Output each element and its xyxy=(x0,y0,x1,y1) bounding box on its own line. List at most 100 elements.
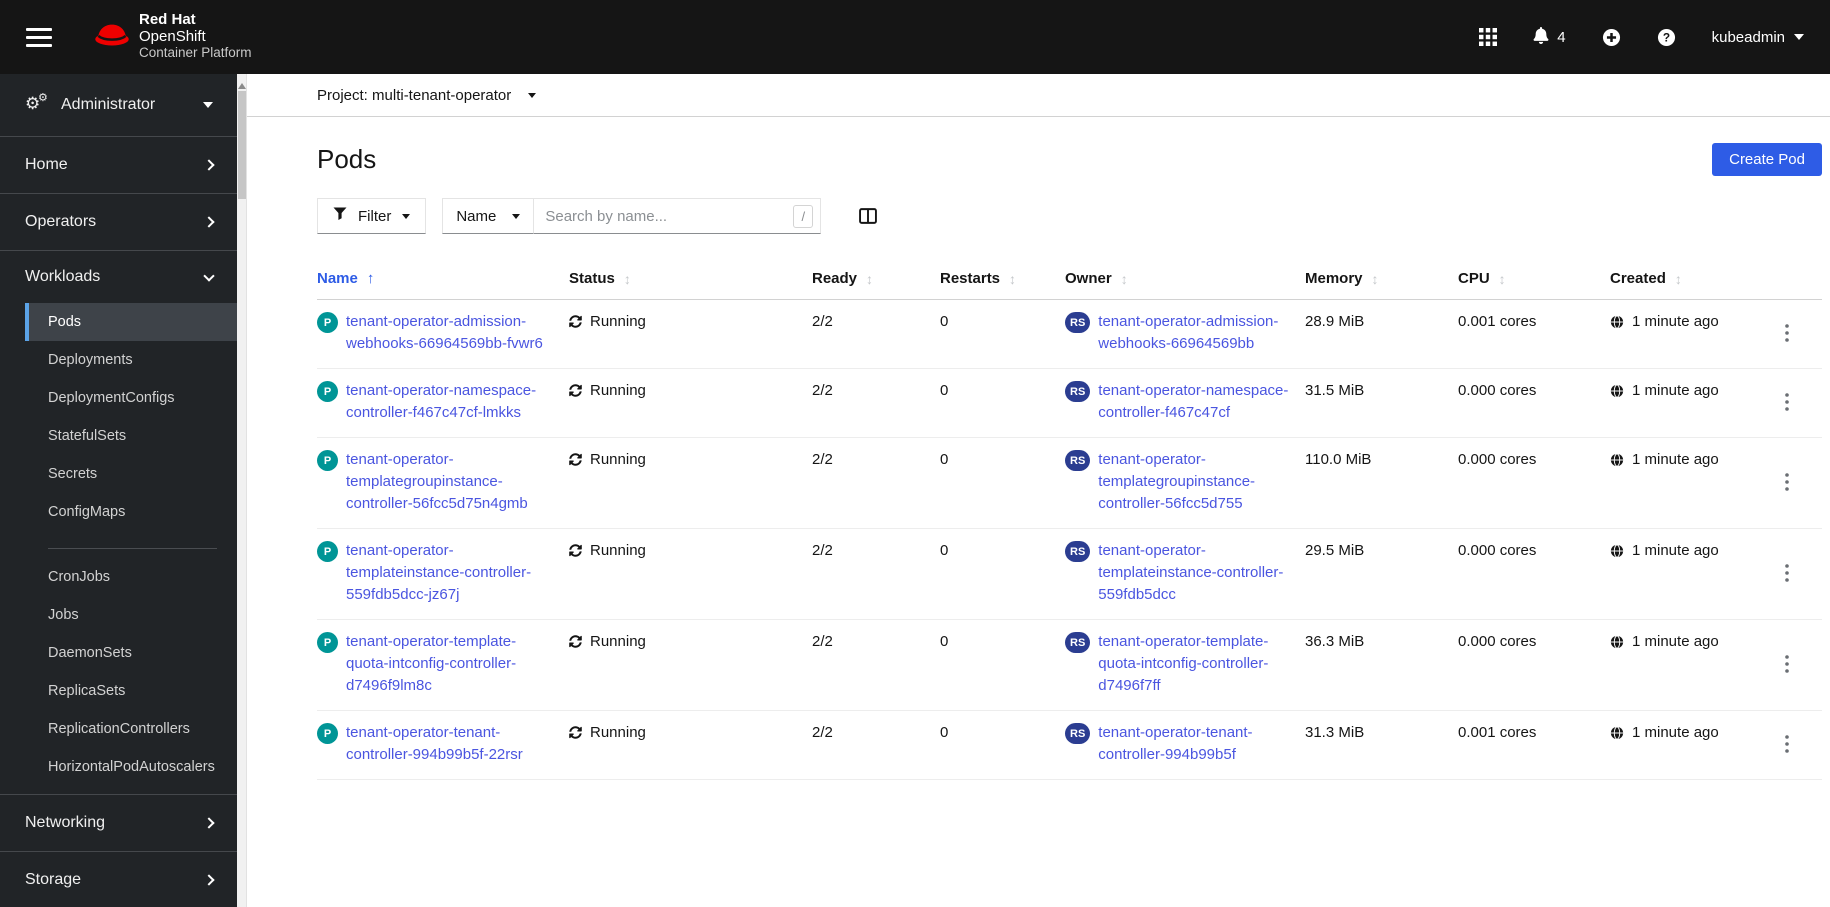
restarts-cell: 0 xyxy=(940,382,949,399)
perspective-switcher[interactable]: ⚙ ⚙ Administrator xyxy=(0,74,237,137)
search-input[interactable] xyxy=(534,199,821,233)
sidebar-sub-item[interactable]: CronJobs xyxy=(0,558,237,596)
column-header-owner[interactable]: Owner ↕ xyxy=(1065,262,1305,299)
table-row: P tenant-operator-template-quota-intconf… xyxy=(317,620,1822,711)
sidebar-sub-item[interactable]: ReplicationControllers xyxy=(0,710,237,748)
status-text: Running xyxy=(590,313,646,330)
column-header-created[interactable]: Created ↕ xyxy=(1610,262,1770,299)
owner-link[interactable]: tenant-operator-namespace-controller-f46… xyxy=(1098,380,1289,424)
name-cell: P tenant-operator-template-quota-intconf… xyxy=(317,620,569,710)
kebab-menu-icon[interactable] xyxy=(1785,725,1789,766)
search-box: / xyxy=(533,198,822,234)
sidebar-sub-item[interactable]: Deployments xyxy=(0,341,237,379)
sidebar-sub-item[interactable]: Secrets xyxy=(0,455,237,493)
created-cell: 1 minute ago xyxy=(1610,300,1770,368)
created-text: 1 minute ago xyxy=(1632,313,1719,330)
redhat-openshift-logo: Red Hat OpenShift Container Platform xyxy=(94,12,252,62)
owner-link[interactable]: tenant-operator-admission-webhooks-66964… xyxy=(1098,311,1289,355)
workloads-subnav-2: CronJobs Jobs DaemonSets ReplicaSets Replica… xyxy=(0,558,237,794)
search-attribute-select[interactable]: Name xyxy=(442,198,535,234)
svg-text:?: ? xyxy=(1662,30,1669,44)
sidebar-sub-item[interactable]: HorizontalPodAutoscalers xyxy=(0,748,237,786)
sidebar-scrollbar[interactable] xyxy=(237,74,247,907)
filter-dropdown-button[interactable]: Filter xyxy=(317,198,427,234)
column-header-memory[interactable]: Memory ↕ xyxy=(1305,262,1458,299)
created-cell: 1 minute ago xyxy=(1610,369,1770,437)
notifications-button[interactable]: 4 xyxy=(1533,26,1566,48)
sync-running-icon xyxy=(569,540,582,564)
sidebar-item-storage[interactable]: Storage xyxy=(0,852,237,907)
status-text: Running xyxy=(590,451,646,468)
kebab-menu-icon[interactable] xyxy=(1785,452,1789,515)
pod-link[interactable]: tenant-operator-namespace-controller-f46… xyxy=(346,380,553,424)
column-header-name[interactable]: Name ↑ xyxy=(317,262,569,299)
status-cell: Running xyxy=(569,529,812,619)
sidebar-item-label: Operators xyxy=(25,213,97,230)
pod-badge: P xyxy=(317,632,338,653)
project-selector[interactable]: Project: multi-tenant-operator xyxy=(247,74,1830,117)
scrollbar-up-arrow[interactable] xyxy=(238,79,246,89)
help-circle-icon[interactable]: ? xyxy=(1657,28,1676,47)
pod-link[interactable]: tenant-operator-templateinstance-control… xyxy=(346,540,553,606)
sidebar-item-operators[interactable]: Operators xyxy=(0,194,237,251)
create-pod-button[interactable]: Create Pod xyxy=(1712,143,1822,176)
name-cell: P tenant-operator-templateinstance-contr… xyxy=(317,529,569,619)
sync-running-icon xyxy=(569,631,582,655)
pod-link[interactable]: tenant-operator-tenant-controller-994b99… xyxy=(346,722,553,766)
sidebar-sub-item[interactable]: StatefulSets xyxy=(0,417,237,455)
caret-down-icon xyxy=(203,102,213,113)
pod-link[interactable]: tenant-operator-admission-webhooks-66964… xyxy=(346,311,553,355)
column-header-restarts[interactable]: Restarts ↕ xyxy=(940,262,1065,299)
sidebar-sub-item[interactable]: Jobs xyxy=(0,596,237,634)
column-management-icon[interactable] xyxy=(859,208,878,224)
sidebar-sub-item[interactable]: Pods xyxy=(25,303,237,341)
column-header-cpu[interactable]: CPU ↕ xyxy=(1458,262,1610,299)
replicaset-badge: RS xyxy=(1065,312,1091,333)
scrollbar-thumb[interactable] xyxy=(238,91,246,199)
sidebar-item-networking[interactable]: Networking xyxy=(0,795,237,852)
apps-grid-icon[interactable] xyxy=(1479,28,1498,46)
sidebar-item-workloads[interactable]: Workloads xyxy=(0,251,237,303)
owner-link[interactable]: tenant-operator-templategroupinstance-co… xyxy=(1098,449,1289,515)
sidebar-sub-item[interactable]: DeploymentConfigs xyxy=(0,379,237,417)
sidebar-sub-item[interactable]: DaemonSets xyxy=(0,634,237,672)
chevron-right-icon xyxy=(203,159,215,171)
add-circle-icon[interactable] xyxy=(1602,28,1621,47)
globe-timestamp-icon xyxy=(1610,449,1624,474)
user-menu[interactable]: kubeadmin xyxy=(1712,29,1804,46)
pod-link[interactable]: tenant-operator-template-quota-intconfig… xyxy=(346,631,553,697)
kebab-menu-icon[interactable] xyxy=(1785,634,1789,697)
table-toolbar: Filter Name / xyxy=(317,198,1822,234)
ready-cell: 2/2 xyxy=(812,382,833,399)
memory-cell: 31.5 MiB xyxy=(1305,382,1365,399)
pod-link[interactable]: tenant-operator-templategroupinstance-co… xyxy=(346,449,553,515)
sort-icon: ↕ xyxy=(623,270,631,287)
name-cell: P tenant-operator-templategroupinstance-… xyxy=(317,438,569,528)
kebab-menu-icon[interactable] xyxy=(1785,314,1789,355)
sidebar-item-label: Home xyxy=(25,156,68,173)
sidebar-sub-item[interactable]: ConfigMaps xyxy=(0,493,237,531)
owner-cell: RS tenant-operator-tenant-controller-994… xyxy=(1065,711,1305,779)
kebab-menu-icon[interactable] xyxy=(1785,383,1789,424)
status-cell: Running xyxy=(569,369,812,437)
owner-link[interactable]: tenant-operator-tenant-controller-994b99… xyxy=(1098,722,1289,766)
created-text: 1 minute ago xyxy=(1632,633,1719,650)
column-header-ready[interactable]: Ready ↕ xyxy=(812,262,940,299)
name-cell: P tenant-operator-admission-webhooks-669… xyxy=(317,300,569,368)
sidebar-item-label: Storage xyxy=(25,871,82,888)
memory-cell: 29.5 MiB xyxy=(1305,542,1365,559)
sort-ascending-icon: ↑ xyxy=(366,270,375,287)
hamburger-menu-icon[interactable] xyxy=(26,27,52,47)
kebab-menu-icon[interactable] xyxy=(1785,543,1789,606)
page-title: Pods xyxy=(317,144,377,174)
replicaset-badge: RS xyxy=(1065,723,1091,744)
sidebar-sub-item[interactable]: ReplicaSets xyxy=(0,672,237,710)
owner-cell: RS tenant-operator-namespace-controller-… xyxy=(1065,369,1305,437)
pod-badge: P xyxy=(317,381,338,402)
owner-link[interactable]: tenant-operator-template-quota-intconfig… xyxy=(1098,631,1289,697)
owner-link[interactable]: tenant-operator-templateinstance-control… xyxy=(1098,540,1289,606)
sidebar-item-home[interactable]: Home xyxy=(0,137,237,194)
column-header-status[interactable]: Status ↕ xyxy=(569,262,812,299)
ready-cell: 2/2 xyxy=(812,451,833,468)
actions-cell xyxy=(1770,711,1820,779)
